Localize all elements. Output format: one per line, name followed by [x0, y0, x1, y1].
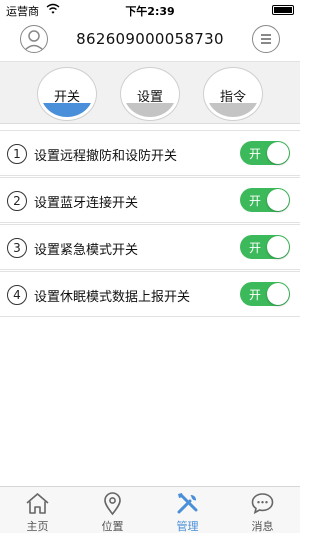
toggle-state-label: 开: [249, 147, 262, 161]
avatar[interactable]: [20, 25, 48, 53]
sleep-report-toggle[interactable]: 开: [240, 282, 290, 306]
toggle-state-label: 开: [249, 194, 262, 208]
home-icon: [26, 493, 49, 514]
row-number: 3: [7, 238, 27, 258]
nav-label: 主页: [26, 520, 49, 533]
tab-settings[interactable]: 设置: [121, 68, 179, 120]
nav-item-messages[interactable]: 消息: [225, 487, 300, 533]
tab-label: 指令: [219, 90, 246, 105]
menu-button[interactable]: [252, 25, 280, 53]
bottom-nav: 主页 位置 管理 消息: [0, 486, 300, 533]
toggle-knob: [267, 142, 289, 164]
remote-arm-toggle[interactable]: 开: [240, 141, 290, 165]
setting-label: 设置紧急模式开关: [34, 243, 139, 258]
nav-item-home[interactable]: 主页: [0, 487, 75, 533]
setting-label: 设置蓝牙连接开关: [34, 196, 139, 211]
device-id-title: 862609000058730: [76, 30, 224, 48]
tab-label: 设置: [136, 90, 163, 105]
setting-row-sleep-report: 4 设置休眠模式数据上报开关 开: [0, 271, 300, 317]
nav-label: 位置: [101, 520, 124, 533]
header-bar: 862609000058730: [0, 20, 300, 62]
tab-commands[interactable]: 指令: [204, 68, 262, 120]
chat-bubble-icon: [251, 493, 274, 515]
setting-row-remote-arm: 1 设置远程撤防和设防开关 开: [0, 130, 300, 176]
menu-icon: [261, 34, 271, 36]
setting-label: 设置远程撤防和设防开关: [34, 149, 178, 164]
tab-bar: 开关 设置 指令: [0, 62, 300, 124]
bluetooth-toggle[interactable]: 开: [240, 188, 290, 212]
toggle-state-label: 开: [249, 288, 262, 302]
status-time: 下午2:39: [125, 5, 175, 18]
setting-row-bluetooth: 2 设置蓝牙连接开关 开: [0, 177, 300, 223]
location-pin-icon: [104, 492, 121, 516]
toggle-knob: [267, 283, 289, 305]
tab-active-indicator: [41, 103, 93, 117]
tools-icon: [177, 493, 198, 514]
toggle-state-label: 开: [249, 241, 262, 255]
nav-label: 管理: [176, 520, 199, 533]
toggle-knob: [267, 189, 289, 211]
row-number: 1: [7, 144, 27, 164]
nav-item-location[interactable]: 位置: [75, 487, 150, 533]
setting-label: 设置休眠模式数据上报开关: [34, 290, 191, 305]
tab-switch[interactable]: 开关: [38, 68, 96, 120]
tab-label: 开关: [53, 90, 80, 105]
row-number: 4: [7, 285, 27, 305]
settings-list: 1 设置远程撤防和设防开关 开 2 设置蓝牙连接开关 开 3 设置紧急模式开关 …: [0, 130, 300, 318]
row-number: 2: [7, 191, 27, 211]
battery-icon: [272, 5, 294, 15]
user-icon: [23, 30, 45, 52]
status-bar: 运营商 下午2:39: [0, 0, 300, 20]
nav-item-manage[interactable]: 管理: [150, 487, 225, 533]
nav-label: 消息: [251, 520, 274, 533]
setting-row-emergency: 3 设置紧急模式开关 开: [0, 224, 300, 270]
emergency-mode-toggle[interactable]: 开: [240, 235, 290, 259]
toggle-knob: [267, 236, 289, 258]
